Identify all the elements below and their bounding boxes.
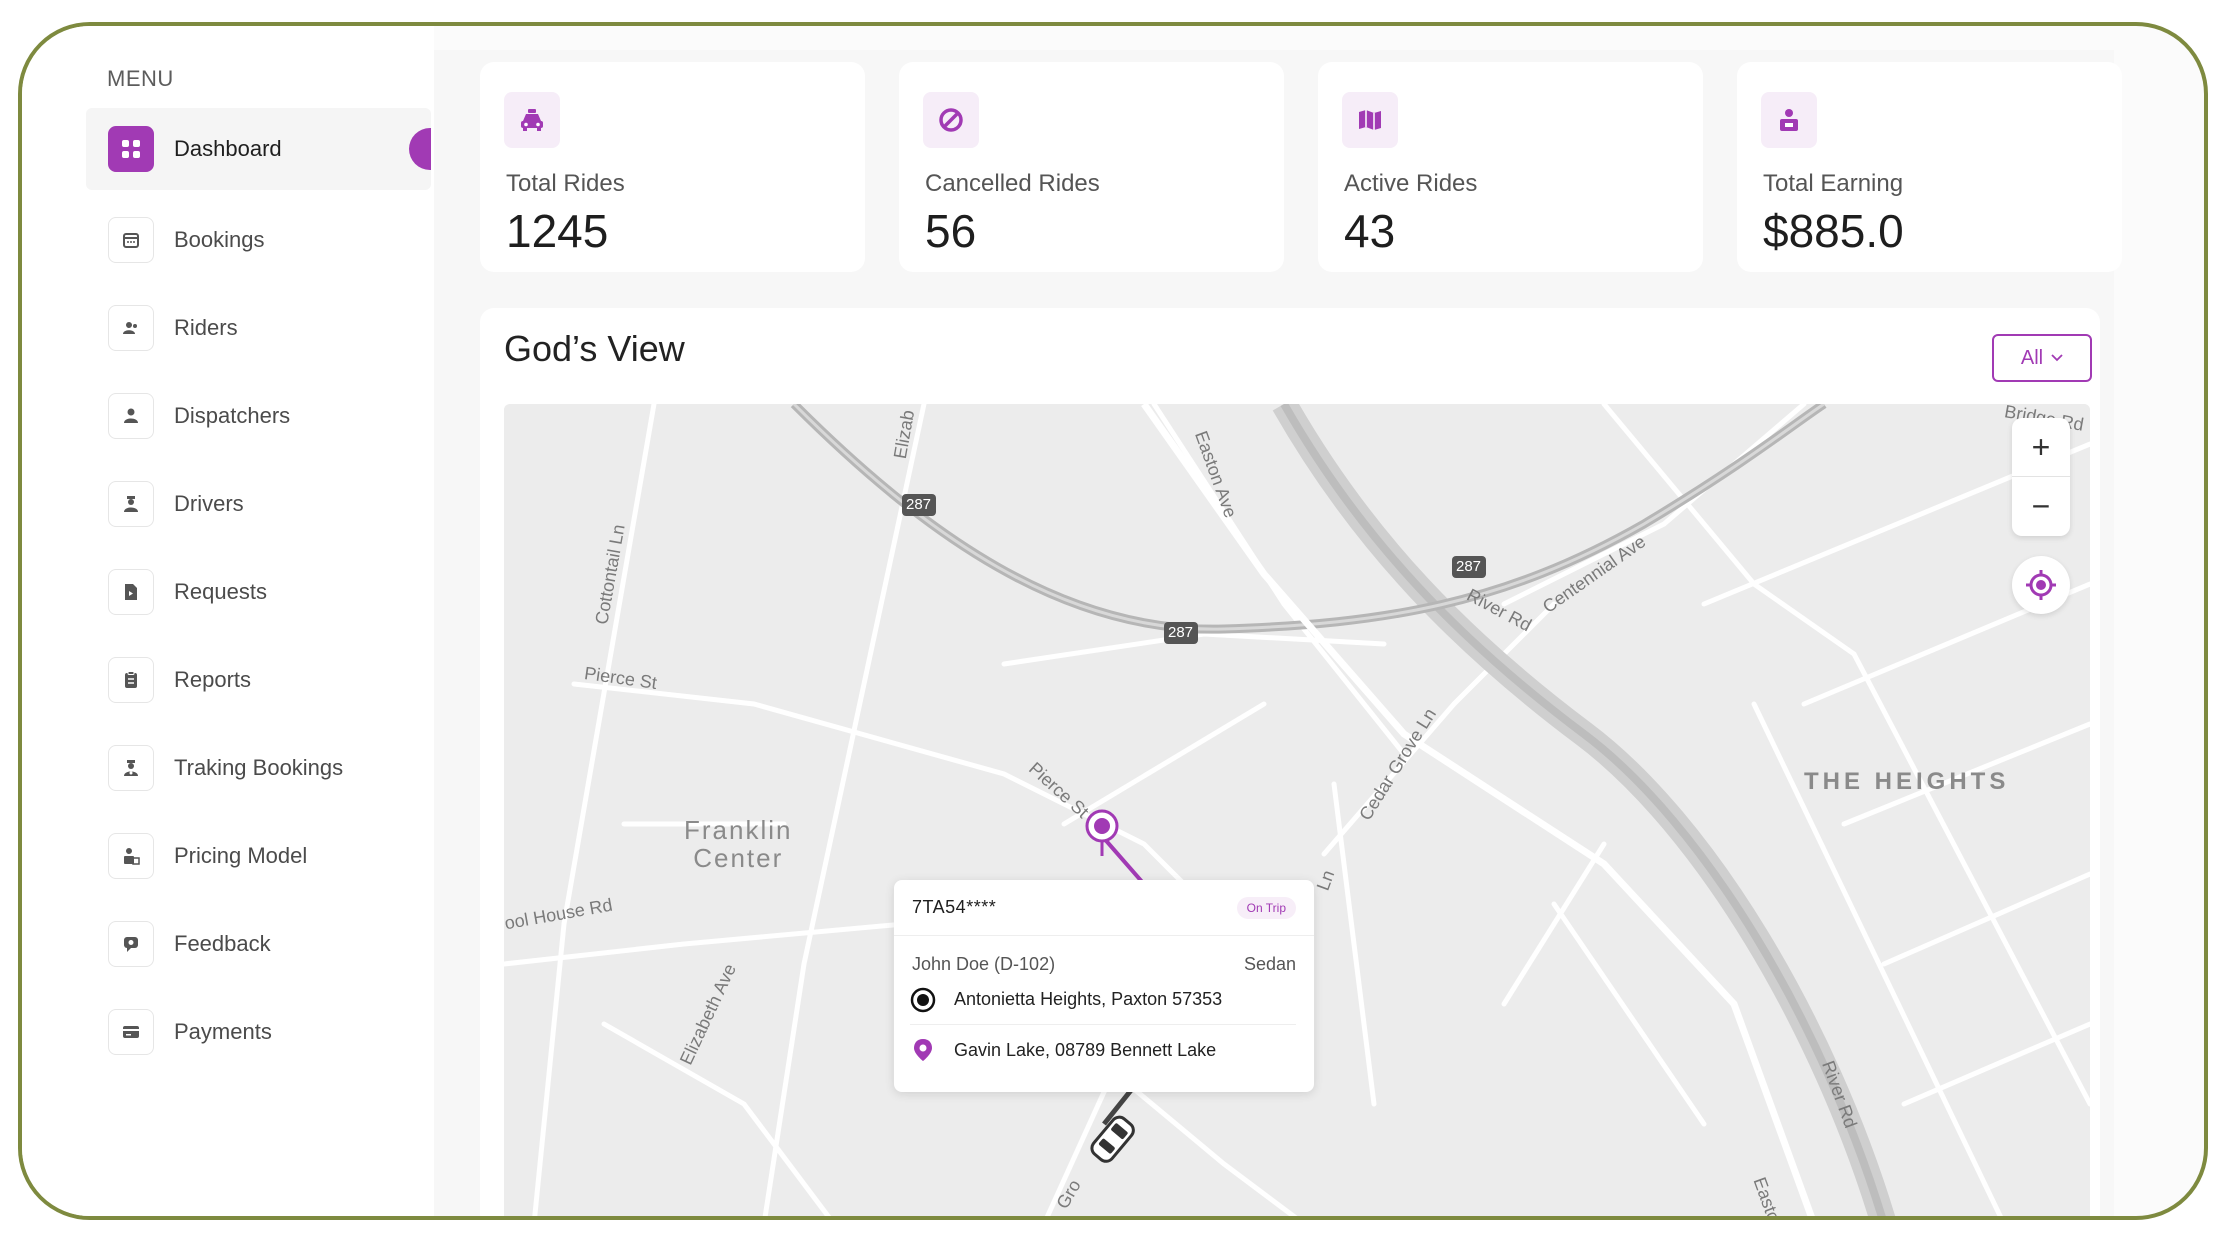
sidebar-item-riders[interactable]: Riders bbox=[86, 284, 431, 372]
chevron-down-icon bbox=[2051, 354, 2063, 362]
sidebar-nav: Dashboard Bookings Riders Dispatchers Dr… bbox=[86, 108, 431, 1076]
sidebar-item-label: Dashboard bbox=[174, 136, 282, 161]
sidebar-item-label: Dispatchers bbox=[174, 403, 291, 428]
vehicle-type: Sedan bbox=[1243, 954, 1296, 974]
active-indicator bbox=[409, 128, 431, 170]
filter-value: All bbox=[2020, 346, 2044, 369]
person-icon bbox=[108, 393, 154, 439]
panel-title: God’s View bbox=[504, 328, 685, 369]
pickup-dot-icon bbox=[910, 987, 936, 1012]
calendar-icon bbox=[108, 217, 154, 263]
taxi-icon bbox=[504, 92, 560, 148]
pickup-pin-icon[interactable] bbox=[1082, 808, 1122, 858]
card-icon bbox=[108, 1009, 154, 1055]
earning-icon bbox=[1761, 92, 1817, 148]
sidebar-item-label: Bookings bbox=[174, 227, 265, 252]
sidebar-item-requests[interactable]: Requests bbox=[86, 548, 431, 636]
map-icon bbox=[1342, 92, 1398, 148]
sidebar-item-label: Requests bbox=[174, 579, 267, 604]
map-label-highway: 287 bbox=[906, 496, 932, 513]
sidebar-item-label: Riders bbox=[174, 315, 238, 340]
dropoff-stop: Gavin Lake, 08789 Bennett Lake bbox=[910, 1025, 1296, 1075]
document-icon bbox=[108, 569, 154, 615]
sidebar-item-label: Feedback bbox=[174, 931, 271, 956]
stat-value: 43 bbox=[1344, 205, 1396, 257]
sidebar-item-label: Pricing Model bbox=[174, 843, 308, 868]
sidebar-item-traking-bookings[interactable]: Traking Bookings bbox=[86, 724, 431, 812]
sidebar-item-dispatchers[interactable]: Dispatchers bbox=[86, 372, 431, 460]
sidebar-item-feedback[interactable]: Feedback bbox=[86, 900, 431, 988]
map-label-area: Franklin Center bbox=[684, 815, 793, 873]
sidebar-item-payments[interactable]: Payments bbox=[86, 988, 431, 1076]
sidebar-item-label: Drivers bbox=[174, 491, 244, 516]
pickup-address: Antonietta Heights, Paxton 57353 bbox=[954, 989, 1223, 1009]
sidebar-item-dashboard[interactable]: Dashboard bbox=[86, 108, 431, 190]
stat-label: Cancelled Rides bbox=[925, 170, 1100, 197]
feedback-icon bbox=[108, 921, 154, 967]
map-label-area: THE HEIGHTS bbox=[1804, 768, 2010, 795]
driver-name: John Doe (D-102) bbox=[912, 954, 1056, 974]
users-icon bbox=[108, 305, 154, 351]
menu-title: MENU bbox=[107, 66, 174, 91]
pricing-icon bbox=[108, 833, 154, 879]
sidebar-item-label: Reports bbox=[174, 667, 252, 692]
zoom-out-button[interactable]: − bbox=[2012, 477, 2070, 536]
zoom-controls: + − bbox=[2012, 418, 2070, 536]
map-view[interactable]: 287 287 287 Pierce St Pierce St Cottonta… bbox=[504, 404, 2090, 1216]
stat-value: $885.0 bbox=[1763, 205, 1904, 257]
driver-icon bbox=[108, 481, 154, 527]
sidebar-item-label: Traking Bookings bbox=[174, 755, 344, 780]
car-icon[interactable] bbox=[1084, 1110, 1140, 1170]
tracking-icon bbox=[108, 745, 154, 791]
stat-value: 1245 bbox=[506, 205, 609, 257]
stat-label: Active Rides bbox=[1344, 170, 1478, 197]
dropoff-address: Gavin Lake, 08789 Bennett Lake bbox=[954, 1039, 1217, 1060]
sidebar-item-drivers[interactable]: Drivers bbox=[86, 460, 431, 548]
stat-card-active-rides: Active Rides 43 bbox=[1318, 62, 1703, 272]
vehicle-plate: 7TA54**** bbox=[912, 897, 997, 917]
map-label-highway: 287 bbox=[1456, 558, 1482, 575]
popup-header: 7TA54**** On Trip bbox=[894, 880, 1314, 936]
stat-label: Total Rides bbox=[506, 170, 625, 197]
stat-value: 56 bbox=[925, 205, 977, 257]
stats-cards: Total Rides 1245 Cancelled Rides 56 Acti… bbox=[480, 62, 2122, 272]
stat-card-cancelled-rides: Cancelled Rides 56 bbox=[899, 62, 1284, 272]
sidebar-item-pricing-model[interactable]: Pricing Model bbox=[86, 812, 431, 900]
trip-popup[interactable]: 7TA54**** On Trip John Doe (D-102) Sedan… bbox=[894, 880, 1314, 1092]
dashboard-grid-icon bbox=[108, 126, 154, 172]
stat-card-total-rides: Total Rides 1245 bbox=[480, 62, 865, 272]
sidebar-item-bookings[interactable]: Bookings bbox=[86, 196, 431, 284]
sidebar: MENU Dashboard Bookings Riders Dispatche… bbox=[22, 26, 434, 1216]
locate-button[interactable] bbox=[2012, 556, 2070, 614]
cancel-icon bbox=[923, 92, 979, 148]
app-frame: MENU Dashboard Bookings Riders Dispatche… bbox=[18, 22, 2208, 1220]
filter-dropdown[interactable]: All bbox=[1992, 334, 2092, 382]
sidebar-item-label: Payments bbox=[174, 1019, 272, 1044]
pickup-stop: Antonietta Heights, Paxton 57353 bbox=[910, 975, 1296, 1025]
dropoff-pin-icon bbox=[914, 1039, 932, 1061]
gods-view-panel: God’s View All 287 287 287 Pierce St Pie… bbox=[480, 308, 2100, 1216]
clipboard-icon bbox=[108, 657, 154, 703]
zoom-in-button[interactable]: + bbox=[2012, 418, 2070, 477]
crosshair-icon bbox=[2026, 570, 2056, 600]
map-label-highway: 287 bbox=[1168, 624, 1194, 641]
status-badge: On Trip bbox=[1236, 896, 1296, 919]
driver-row: John Doe (D-102) Sedan bbox=[894, 936, 1314, 975]
map-canvas bbox=[504, 404, 2090, 1216]
sidebar-item-reports[interactable]: Reports bbox=[86, 636, 431, 724]
main-content: Total Rides 1245 Cancelled Rides 56 Acti… bbox=[434, 50, 2122, 1216]
stat-card-total-earning: Total Earning $885.0 bbox=[1737, 62, 2122, 272]
stat-label: Total Earning bbox=[1763, 170, 1904, 197]
